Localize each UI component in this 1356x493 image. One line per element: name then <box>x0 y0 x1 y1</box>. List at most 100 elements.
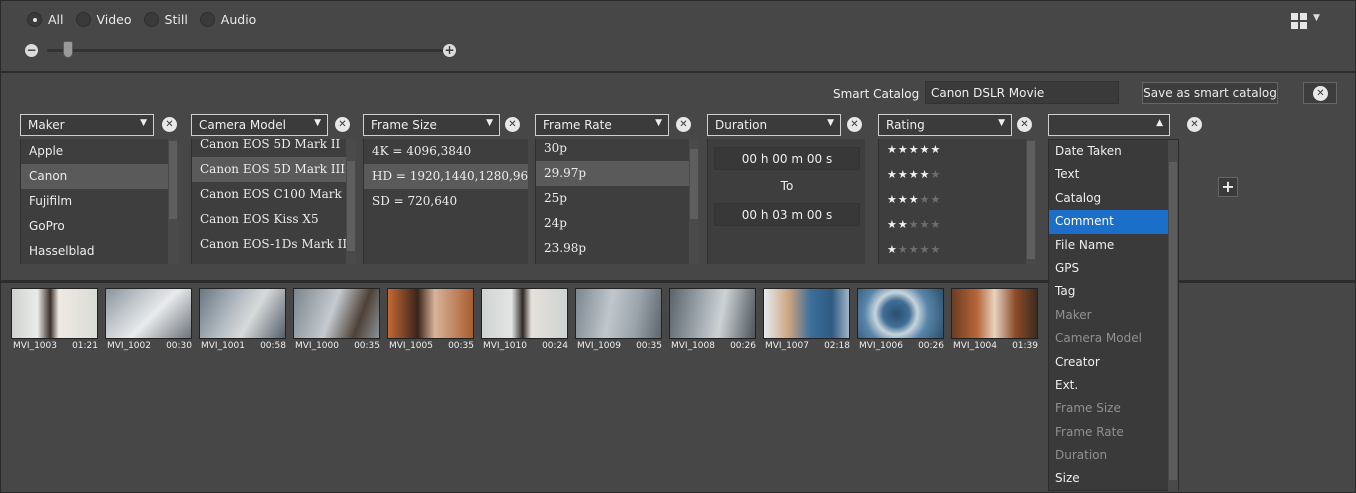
close-circle-icon[interactable]: ✕ <box>335 117 350 132</box>
new-filter-dropdown: ▲ Date Taken Text Catalog Comment File N… <box>1048 114 1179 492</box>
list-item[interactable]: Canon EOS-1Ds Mark II <box>192 232 356 257</box>
radio-audio[interactable]: Audio <box>199 12 256 27</box>
list-item[interactable]: SD = 720,640 <box>364 189 528 214</box>
clip-caption: MVI_1009 00:35 <box>577 341 662 351</box>
menu-item-text[interactable]: Text <box>1049 163 1169 186</box>
menu-item-ext[interactable]: Ext. <box>1049 374 1169 397</box>
menu-item-comment[interactable]: Comment <box>1049 210 1169 234</box>
radio-all[interactable]: All <box>27 12 64 27</box>
menu-item-frame-size: Frame Size <box>1055 401 1121 416</box>
caret-up-icon: ▲ <box>1156 118 1163 128</box>
filter-frame-rate-header[interactable]: Frame Rate ▼ <box>535 114 669 136</box>
scrollbar[interactable] <box>689 139 699 264</box>
caret-down-icon: ▼ <box>314 118 321 128</box>
new-filter-select[interactable]: ▲ <box>1048 114 1170 136</box>
filter-header-label: Rating <box>886 118 925 132</box>
scrollbar[interactable] <box>346 139 356 264</box>
filter-frame-rate-list: 30p 29.97p 25p 24p 23.98p <box>535 139 699 264</box>
list-item[interactable]: 30p <box>536 139 699 161</box>
filter-duration: Duration ▼ 00 h 00 m 00 s To 00 h 03 m 0… <box>707 114 865 264</box>
list-item[interactable]: 4K = 4096,3840 <box>364 139 528 164</box>
toolbar: All Video Still Audio − + ▼ <box>1 1 1355 73</box>
list-item[interactable]: Canon <box>21 164 178 189</box>
list-item[interactable]: Canon EOS Kiss X5 <box>192 207 356 232</box>
menu-item-creator[interactable]: Creator <box>1049 351 1169 374</box>
thumbnail-zoom: − + <box>25 39 465 61</box>
rating-1-star[interactable]: ★★★★★ <box>879 239 1036 264</box>
smart-catalog-name-input[interactable] <box>925 81 1119 104</box>
clip-thumbnail[interactable]: MVI_1002 00:30 <box>105 288 196 355</box>
scrollbar[interactable] <box>168 139 178 264</box>
zoom-slider-handle[interactable] <box>63 41 73 58</box>
list-item[interactable]: Apple <box>21 139 178 164</box>
close-circle-icon[interactable]: ✕ <box>1017 117 1032 132</box>
menu-item-maker: Maker <box>1055 307 1092 322</box>
rating-2-stars[interactable]: ★★★★★ <box>879 214 1036 239</box>
radio-video[interactable]: Video <box>75 12 132 27</box>
filter-frame-size-list: 4K = 4096,3840 HD = 1920,1440,1280,960 S… <box>363 139 528 264</box>
clip-preview-image <box>387 288 474 339</box>
list-item[interactable]: Canon EOS 5D Mark III <box>192 157 356 182</box>
close-circle-icon[interactable]: ✕ <box>505 117 520 132</box>
rating-5-stars[interactable]: ★★★★★ <box>879 139 1036 164</box>
save-smart-catalog-button[interactable]: Save as smart catalog <box>1142 82 1278 104</box>
list-item[interactable]: 29.97p <box>536 161 699 186</box>
menu-item-gps[interactable]: GPS <box>1049 257 1169 280</box>
duration-to-input[interactable]: 00 h 03 m 00 s <box>714 203 860 226</box>
clip-thumbnail[interactable]: MVI_1008 00:26 <box>669 288 760 355</box>
close-circle-icon[interactable]: ✕ <box>847 117 862 132</box>
clip-thumbnail[interactable]: MVI_1006 00:26 <box>857 288 948 355</box>
menu-item-catalog[interactable]: Catalog <box>1049 187 1169 210</box>
close-circle-icon[interactable]: ✕ <box>1187 117 1202 132</box>
clip-preview-image <box>951 288 1038 339</box>
clip-thumbnail[interactable]: MVI_1005 00:35 <box>387 288 478 355</box>
clip-thumbnail[interactable]: MVI_1009 00:35 <box>575 288 666 355</box>
list-item[interactable]: Fujifilm <box>21 189 178 214</box>
menu-item-file-name[interactable]: File Name <box>1049 234 1169 257</box>
filter-duration-header[interactable]: Duration ▼ <box>707 114 841 136</box>
list-item[interactable]: 24p <box>536 211 699 236</box>
zoom-in-icon[interactable]: + <box>443 44 456 57</box>
clip-thumbnail[interactable]: MVI_1000 00:35 <box>293 288 384 355</box>
close-circle-icon[interactable]: ✕ <box>676 117 691 132</box>
clip-thumbnail[interactable]: MVI_1007 02:18 <box>763 288 854 355</box>
menu-item-date-taken[interactable]: Date Taken <box>1049 140 1169 163</box>
duration-from-input[interactable]: 00 h 00 m 00 s <box>714 147 860 170</box>
close-circle-icon[interactable]: ✕ <box>162 117 177 132</box>
scrollbar[interactable] <box>1168 140 1178 492</box>
clip-thumbnail[interactable]: MVI_1003 01:21 <box>11 288 102 355</box>
filter-rating: Rating ▼ ★★★★★ ★★★★★ ★★★★★ ★★★★★ ★★★★★ <box>878 114 1036 264</box>
filter-maker: Maker ▼ Apple Canon Fujifilm GoPro Hasse… <box>20 114 178 264</box>
menu-item-frame-rate: Frame Rate <box>1055 424 1124 439</box>
filter-camera-model-list: Canon EOS 5D Mark II Canon EOS 5D Mark I… <box>191 139 356 264</box>
add-filter-button[interactable]: + <box>1218 177 1238 197</box>
clip-preview-image <box>669 288 756 339</box>
radio-still[interactable]: Still <box>143 12 188 27</box>
clip-caption: MVI_1001 00:58 <box>201 341 286 351</box>
clip-thumbnail[interactable]: MVI_1004 01:39 <box>951 288 1042 355</box>
list-item[interactable]: Hasselblad <box>21 239 178 264</box>
list-item[interactable]: 25p <box>536 186 699 211</box>
zoom-out-icon[interactable]: − <box>25 44 38 57</box>
list-item[interactable]: Canon EOS C100 Mark II <box>192 182 356 207</box>
rating-4-stars[interactable]: ★★★★★ <box>879 164 1036 189</box>
zoom-slider-track[interactable] <box>47 49 449 52</box>
list-item[interactable]: Canon EOS 5D Mark II <box>192 139 356 157</box>
clip-thumbnail[interactable]: MVI_1010 00:24 <box>481 288 572 355</box>
view-mode-button[interactable]: ▼ <box>1291 12 1331 30</box>
filter-maker-header[interactable]: Maker ▼ <box>20 114 154 136</box>
scrollbar[interactable] <box>1026 139 1036 264</box>
list-item[interactable]: GoPro <box>21 214 178 239</box>
filter-frame-size: Frame Size ▼ 4K = 4096,3840 HD = 1920,14… <box>363 114 528 264</box>
menu-item-tag[interactable]: Tag <box>1049 280 1169 303</box>
filter-maker-list: Apple Canon Fujifilm GoPro Hasselblad <box>20 139 178 264</box>
filter-rating-header[interactable]: Rating ▼ <box>878 114 1012 136</box>
clip-thumbnail[interactable]: MVI_1001 00:58 <box>199 288 290 355</box>
list-item[interactable]: HD = 1920,1440,1280,960 <box>364 164 528 189</box>
list-item[interactable]: 23.98p <box>536 236 699 261</box>
menu-item-size[interactable]: Size <box>1049 467 1169 490</box>
close-filter-panel-button[interactable]: ✕ <box>1303 82 1337 104</box>
filter-camera-model-header[interactable]: Camera Model ▼ <box>191 114 328 136</box>
filter-frame-size-header[interactable]: Frame Size ▼ <box>363 114 500 136</box>
rating-3-stars[interactable]: ★★★★★ <box>879 189 1036 214</box>
